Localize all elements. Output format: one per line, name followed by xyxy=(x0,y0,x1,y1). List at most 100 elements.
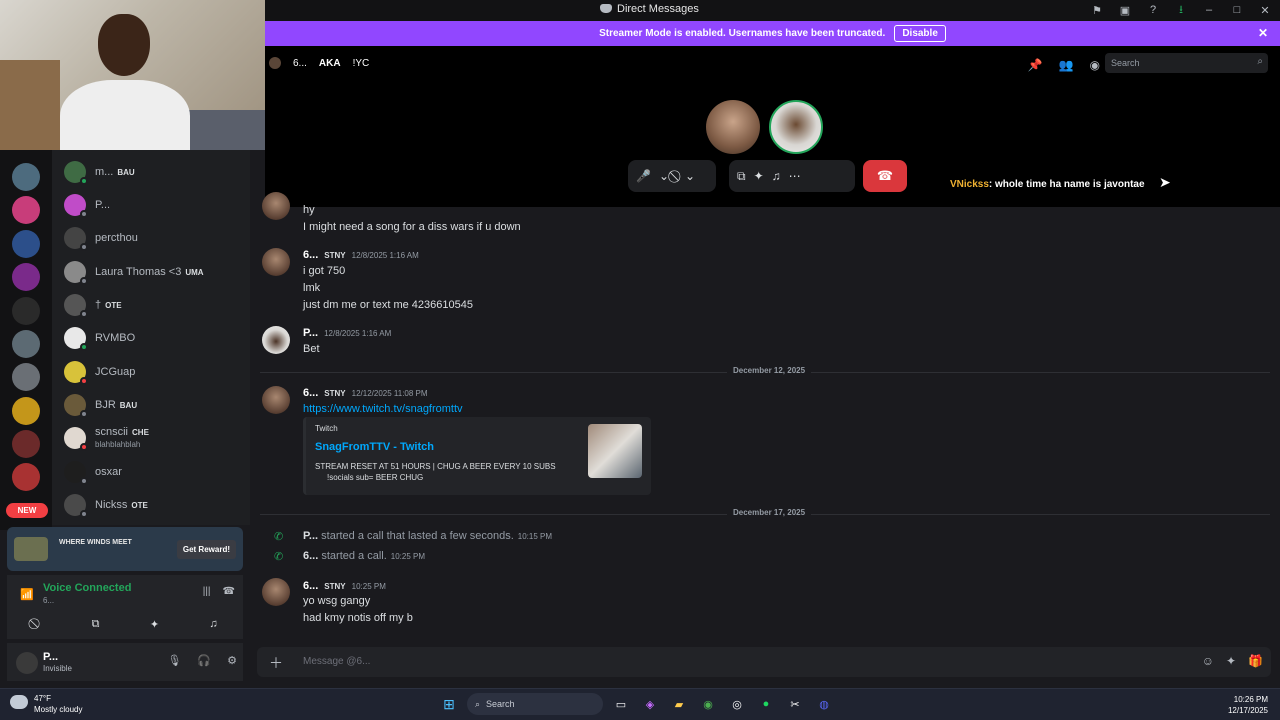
more-icon[interactable]: ⋯ xyxy=(789,169,801,183)
custom-status: blahblahblah xyxy=(95,440,141,449)
apps-icon[interactable]: ✦ xyxy=(1226,654,1236,668)
user-name[interactable]: P... xyxy=(43,651,58,663)
server-icon[interactable] xyxy=(12,463,40,491)
status-indicator xyxy=(80,210,88,218)
message-line: Bet xyxy=(303,343,320,355)
discord-icon[interactable]: ◍ xyxy=(813,693,835,715)
activities-icon[interactable]: ✦ xyxy=(754,169,764,183)
voice-channel[interactable]: 6... xyxy=(43,596,54,605)
minimize-button[interactable]: – xyxy=(1202,3,1216,17)
emoji-icon[interactable]: ☺ xyxy=(1202,654,1214,668)
soundboard-icon[interactable]: ♫ xyxy=(772,169,781,183)
message-link[interactable]: https://www.twitch.tv/snagfromttv xyxy=(303,403,463,415)
chrome-icon[interactable]: ◉ xyxy=(697,693,719,715)
server-icon[interactable] xyxy=(12,163,40,191)
dm-item[interactable]: percthou xyxy=(64,224,244,252)
avatar xyxy=(64,361,88,385)
activities-icon[interactable]: ✦ xyxy=(135,614,175,634)
inbox-icon[interactable]: ⚑ xyxy=(1090,3,1104,17)
screen-share-icon[interactable]: ⧉ xyxy=(737,169,746,184)
close-window-button[interactable]: ✕ xyxy=(1258,3,1272,17)
avatar[interactable] xyxy=(262,248,290,276)
dm-item[interactable]: RVMBO xyxy=(64,324,244,352)
dm-item[interactable]: BJR BAU xyxy=(64,391,244,419)
embed-title[interactable]: SnagFromTTV - Twitch xyxy=(315,441,434,453)
end-call-button[interactable]: ☎ xyxy=(863,160,907,192)
dm-item[interactable]: osxar xyxy=(64,458,244,486)
obs-icon[interactable]: ◎ xyxy=(726,693,748,715)
status-indicator xyxy=(80,343,88,351)
server-icon[interactable] xyxy=(12,230,40,258)
guild-tag: CHE xyxy=(132,428,149,437)
call-participant-avatar[interactable] xyxy=(769,100,823,154)
dm-item[interactable]: P... xyxy=(64,191,244,219)
server-icon[interactable] xyxy=(12,263,40,291)
capcut-icon[interactable]: ✂ xyxy=(784,693,806,715)
message-input[interactable]: Message @6... xyxy=(303,656,370,667)
copilot-icon[interactable]: ◈ xyxy=(639,693,661,715)
close-banner-icon[interactable]: ✕ xyxy=(1258,26,1268,40)
server-icon[interactable] xyxy=(12,196,40,224)
call-participant-avatar[interactable] xyxy=(706,100,760,154)
mic-icon[interactable]: 🎙 xyxy=(167,654,181,667)
taskbar-search[interactable]: ⌕ Search xyxy=(467,693,603,715)
disconnect-icon[interactable]: ☎ xyxy=(223,586,235,597)
server-icon[interactable] xyxy=(12,363,40,391)
server-icon[interactable] xyxy=(12,397,40,425)
task-view-icon[interactable]: ▭ xyxy=(610,693,632,715)
screen-share-icon[interactable]: ⧉ xyxy=(76,614,116,634)
weather-widget[interactable]: 47°F Mostly cloudy xyxy=(10,693,82,715)
download-icon[interactable]: ⭳ xyxy=(1174,3,1188,17)
get-reward-button[interactable]: Get Reward! xyxy=(176,540,236,559)
soundboard-icon[interactable]: ♫ xyxy=(194,614,234,634)
spotify-icon[interactable]: ● xyxy=(755,693,777,715)
message-header: 6... STNY 12/12/2025 11:08 PM xyxy=(303,387,428,399)
new-badge[interactable]: NEW xyxy=(6,503,48,518)
server-rail xyxy=(0,150,52,530)
dm-item[interactable]: † OTE xyxy=(64,291,244,319)
avatar[interactable] xyxy=(262,386,290,414)
search-input[interactable]: Search ⌕ xyxy=(1105,53,1268,73)
signal-icon[interactable]: 📶 xyxy=(20,588,34,601)
avatar[interactable] xyxy=(262,326,290,354)
dm-item[interactable]: JCGuap xyxy=(64,358,244,386)
chevron-down-icon[interactable]: ⌄ xyxy=(685,169,695,183)
gear-icon[interactable]: ⚙ xyxy=(227,654,237,667)
dm-item[interactable]: Nickss OTE xyxy=(64,491,244,519)
phone-icon: ✆ xyxy=(274,531,284,543)
server-icon[interactable] xyxy=(12,330,40,358)
chevron-down-icon[interactable]: ⌄ xyxy=(659,169,669,183)
windows-start-icon[interactable]: ⊞ xyxy=(438,693,460,715)
noise-suppression-icon[interactable]: ||| xyxy=(203,586,211,597)
discord-window: Direct Messages ⚑ ▣ ? ⭳ – □ ✕ Streamer M… xyxy=(0,0,1280,688)
avatar[interactable] xyxy=(16,652,38,674)
headphones-icon[interactable]: 🎧 xyxy=(197,654,211,667)
camera-off-icon[interactable]: ⃠ xyxy=(17,614,57,634)
disable-button[interactable]: Disable xyxy=(894,25,946,42)
attach-plus-icon[interactable]: ＋ xyxy=(269,653,283,673)
message-list: hy I might need a song for a diss wars i… xyxy=(250,192,1280,640)
file-explorer-icon[interactable]: ▰ xyxy=(668,693,690,715)
dm-item[interactable]: Laura Thomas <3 UMA xyxy=(64,258,244,286)
stream-icon[interactable]: ▣ xyxy=(1118,3,1132,17)
mouse-cursor-icon: ➤ xyxy=(1159,174,1171,190)
message-line: had kmy notis off my b xyxy=(303,612,413,624)
system-clock[interactable]: 10:26 PM 12/17/2025 xyxy=(1228,694,1268,716)
profile-icon[interactable]: ◉ xyxy=(1090,58,1100,72)
add-friend-icon[interactable]: 👥 xyxy=(1059,58,1074,72)
maximize-button[interactable]: □ xyxy=(1230,3,1244,17)
server-icon[interactable] xyxy=(12,430,40,458)
mic-control[interactable]: 🎤⌄ ⃠⌄ xyxy=(628,160,716,192)
dm-item[interactable]: scnscii CHE blahblahblah xyxy=(64,424,244,452)
mic-icon[interactable]: 🎤 xyxy=(636,169,651,183)
embed-thumbnail[interactable] xyxy=(588,424,642,478)
gift-icon[interactable]: 🎁 xyxy=(1248,654,1263,668)
dm-item[interactable]: m... BAU xyxy=(64,158,244,186)
avatar[interactable] xyxy=(262,578,290,606)
help-icon[interactable]: ? xyxy=(1146,3,1160,17)
voice-status[interactable]: Voice Connected xyxy=(43,582,131,594)
pin-icon[interactable]: 📌 xyxy=(1028,58,1043,72)
channel-name[interactable]: 6... xyxy=(293,58,307,69)
server-icon[interactable] xyxy=(12,297,40,325)
status-indicator xyxy=(80,377,88,385)
